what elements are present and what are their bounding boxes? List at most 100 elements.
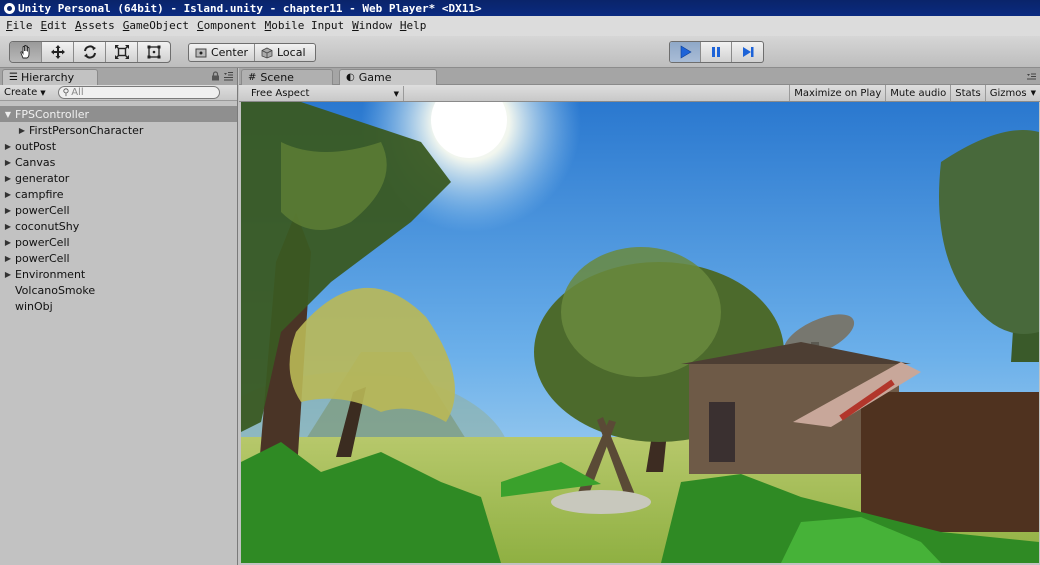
collapsed-arrow-icon[interactable]: ▶ xyxy=(3,254,13,263)
dropdown-caret-icon: ▼ xyxy=(1030,89,1036,97)
tree-row[interactable]: ▶ Canvas xyxy=(0,154,237,170)
tree-row[interactable]: ▶ powerCell xyxy=(0,250,237,266)
rotate-tool-button[interactable] xyxy=(74,42,106,62)
tree-item-label: Canvas xyxy=(15,155,56,169)
tree-row[interactable]: ▶ outPost xyxy=(0,138,237,154)
collapsed-arrow-icon[interactable]: ▶ xyxy=(3,238,13,247)
aspect-ratio-dropdown[interactable]: Free Aspect ▼ xyxy=(241,86,404,101)
tree-item-label: outPost xyxy=(15,139,57,153)
collapsed-arrow-icon[interactable]: ▶ xyxy=(3,142,13,151)
game-view-toolbar: Free Aspect ▼ Maximize on Play Mute audi… xyxy=(239,85,1040,102)
hierarchy-toolbar: Create ▼ ⚲ All xyxy=(0,85,237,101)
hierarchy-search-input[interactable]: ⚲ All xyxy=(57,86,220,99)
collapsed-arrow-icon[interactable]: ▶ xyxy=(3,158,13,167)
game-tab-label: Game xyxy=(358,71,392,84)
tree-row[interactable]: ▶ winObj xyxy=(0,298,237,314)
stats-toggle[interactable]: Stats xyxy=(950,85,985,101)
tree-row[interactable]: ▶ campfire xyxy=(0,186,237,202)
lock-icon[interactable] xyxy=(211,71,220,81)
main-toolbar: Center Local xyxy=(0,36,1040,68)
collapsed-arrow-icon[interactable]: ▶ xyxy=(3,270,13,279)
menu-gameobject[interactable]: GameObject xyxy=(119,17,193,35)
menu-file[interactable]: File xyxy=(2,17,37,35)
view-tab-bar: # Scene ◐ Game xyxy=(239,68,1040,85)
scale-tool-button[interactable] xyxy=(106,42,138,62)
scene-tab-label: Scene xyxy=(260,71,294,84)
tree-item-label: VolcanoSmoke xyxy=(15,283,96,297)
tree-row[interactable]: ▶ generator xyxy=(0,170,237,186)
collapsed-arrow-icon[interactable]: ▶ xyxy=(3,174,13,183)
tree-item-label: generator xyxy=(15,171,70,185)
panel-menu-icon[interactable] xyxy=(1026,73,1037,81)
maximize-on-play-label: Maximize on Play xyxy=(794,87,882,99)
collapsed-arrow-icon[interactable]: ▶ xyxy=(17,126,27,135)
tree-row[interactable]: ▶ VolcanoSmoke xyxy=(0,282,237,298)
tree-row[interactable]: ▶ powerCell xyxy=(0,202,237,218)
hierarchy-panel-icons xyxy=(211,71,234,81)
tree-item-label: FirstPersonCharacter xyxy=(29,123,144,137)
pivot-center-button[interactable]: Center xyxy=(189,44,255,61)
aspect-label: Free Aspect xyxy=(251,88,310,99)
pivot-local-label: Local xyxy=(277,46,306,59)
create-label: Create xyxy=(4,87,38,98)
tree-item-label: powerCell xyxy=(15,203,70,217)
transform-tools xyxy=(9,41,171,63)
panel-menu-icon[interactable] xyxy=(223,71,234,81)
rect-transform-icon xyxy=(147,45,161,59)
tree-row[interactable]: ▶ FirstPersonCharacter xyxy=(0,122,237,138)
title-bar: Unity Personal (64bit) - Island.unity - … xyxy=(0,0,1040,16)
tree-row[interactable]: ▶ coconutShy xyxy=(0,218,237,234)
tab-game[interactable]: ◐ Game xyxy=(339,69,437,85)
scene-grid-icon: # xyxy=(248,72,257,83)
mute-audio-label: Mute audio xyxy=(890,87,947,99)
menu-component[interactable]: Component xyxy=(193,17,261,35)
collapsed-arrow-icon[interactable]: ▶ xyxy=(3,222,13,231)
expanded-arrow-icon[interactable]: ▼ xyxy=(3,110,13,119)
menu-mobile-input[interactable]: Mobile Input xyxy=(261,17,348,35)
hierarchy-tree: ▼ FPSController ▶ FirstPersonCharacter ▶… xyxy=(0,106,237,314)
hand-tool-button[interactable] xyxy=(10,42,42,62)
dropdown-caret-icon: ▼ xyxy=(40,88,46,97)
pause-button[interactable] xyxy=(701,42,732,62)
step-button[interactable] xyxy=(732,42,763,62)
scale-icon xyxy=(114,45,129,59)
collapsed-arrow-icon[interactable]: ▶ xyxy=(3,206,13,215)
pivot-center-icon xyxy=(195,48,207,57)
tree-item-label: FPSController xyxy=(15,107,90,121)
tree-item-label: campfire xyxy=(15,187,64,201)
game-viewport[interactable] xyxy=(241,102,1039,563)
tree-item-label: Environment xyxy=(15,267,86,281)
gizmos-dropdown[interactable]: Gizmos ▼ xyxy=(984,85,1040,101)
rect-tool-button[interactable] xyxy=(138,42,170,62)
tab-hierarchy[interactable]: ☰ Hierarchy xyxy=(2,69,98,85)
stats-label: Stats xyxy=(955,87,981,99)
gizmos-label: Gizmos xyxy=(989,87,1027,99)
local-cube-icon xyxy=(261,47,273,58)
menu-bar: File Edit Assets GameObject Component Mo… xyxy=(0,16,1040,36)
create-dropdown[interactable]: Create ▼ xyxy=(4,87,50,98)
tree-item-label: coconutShy xyxy=(15,219,80,233)
search-placeholder: All xyxy=(71,87,84,98)
step-icon xyxy=(742,47,753,57)
hand-icon xyxy=(19,45,29,59)
tree-row[interactable]: ▶ powerCell xyxy=(0,234,237,250)
playback-controls xyxy=(669,41,764,63)
window-title: Unity Personal (64bit) - Island.unity - … xyxy=(18,1,482,15)
play-button[interactable] xyxy=(670,42,701,62)
menu-help[interactable]: Help xyxy=(396,17,431,35)
tree-row[interactable]: ▼ FPSController xyxy=(0,106,237,122)
game-view-toggles: Maximize on Play Mute audio Stats Gizmos… xyxy=(789,85,1040,101)
collapsed-arrow-icon[interactable]: ▶ xyxy=(3,190,13,199)
menu-edit[interactable]: Edit xyxy=(37,17,72,35)
pivot-local-button[interactable]: Local xyxy=(255,44,315,61)
menu-window[interactable]: Window xyxy=(348,17,396,35)
tree-row[interactable]: ▶ Environment xyxy=(0,266,237,282)
pivot-center-label: Center xyxy=(210,46,248,59)
menu-assets[interactable]: Assets xyxy=(71,17,119,35)
move-tool-button[interactable] xyxy=(42,42,74,62)
maximize-on-play-toggle[interactable]: Maximize on Play xyxy=(789,85,885,101)
tree-item-label: powerCell xyxy=(15,251,70,265)
mute-audio-toggle[interactable]: Mute audio xyxy=(885,85,950,101)
tab-scene[interactable]: # Scene xyxy=(241,69,333,85)
island-scene-render xyxy=(241,102,1039,563)
